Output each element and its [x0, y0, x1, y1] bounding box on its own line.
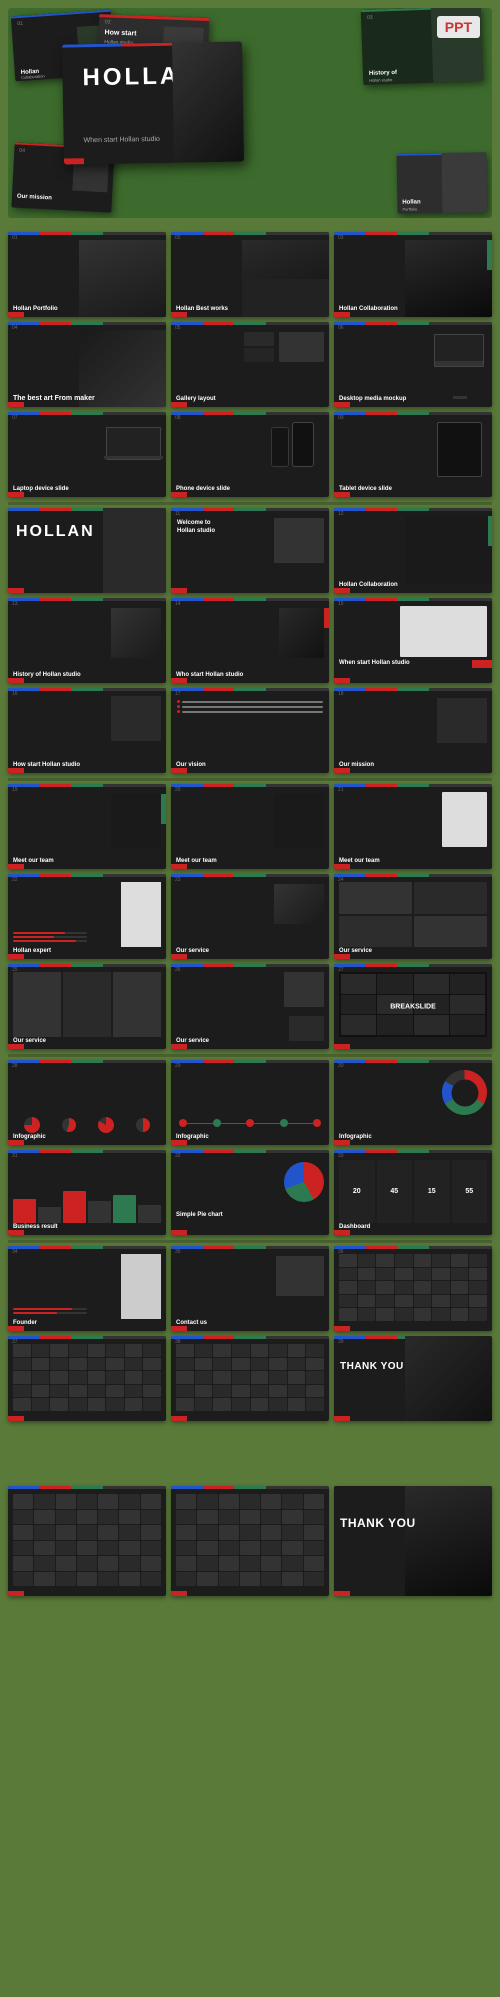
slide-row-10: 28 Infographic 29	[8, 1060, 492, 1145]
slide-how-start: 16 How start Hollan studio	[8, 688, 166, 773]
slide-phone: 08 Phone device slide	[171, 412, 329, 497]
slide-pie-chart: 32 Simple Pie chart	[171, 1150, 329, 1235]
slide-when-start: 15 When start Hollan studio	[334, 598, 492, 683]
slide-row-5: 13 History of Hollan studio 14 Who start…	[8, 598, 492, 683]
slide-row-9: 25 Our service 26 Our service 27	[8, 964, 492, 1049]
slide-row-11: 31 Business result 32 Simple Pie chart	[8, 1150, 492, 1235]
slide-thankyou-large: THANK YOU	[334, 1486, 492, 1596]
slide-icon-large-1	[8, 1486, 166, 1596]
slide-history: 13 History of Hollan studio	[8, 598, 166, 683]
slide-founder: 34 Founder	[8, 1246, 166, 1331]
slide-row-1: 01 Hollan Portfolio 02 Hollan Best works…	[8, 232, 492, 317]
slide-icons-3: 38	[171, 1336, 329, 1421]
slide-infographic-2: 29 Infographic	[171, 1060, 329, 1145]
page-wrapper: PPT 01 Hollan Collaboration 02 How start…	[0, 0, 500, 1664]
slide-desktop-mockup: 06 Desktop media mockup	[334, 322, 492, 407]
slide-hollan-title: HOLLAN	[8, 508, 166, 593]
slide-service-2: 24 Our service	[334, 874, 492, 959]
slide-row-13: 37 38 39	[8, 1336, 492, 1421]
slide-tablet: 09 Tablet device slide	[334, 412, 492, 497]
slide-infographic-1: 28 Infographic	[8, 1060, 166, 1145]
slide-business-result: 31 Business result	[8, 1150, 166, 1235]
slide-icons-1: 36	[334, 1246, 492, 1331]
slide-meet-team-3: 21 Meet our team	[334, 784, 492, 869]
slide-row-3: 07 Laptop device slide 08 Phone device s…	[8, 412, 492, 497]
slide-our-vision: 17 Our vision	[171, 688, 329, 773]
slide-dashboard: 33 20 45 15 55 Dashboard	[334, 1150, 492, 1235]
slide-row-12: 34 Founder 35 Contact us 36	[8, 1246, 492, 1331]
slide-meet-team-2: 20 Meet our team	[171, 784, 329, 869]
slide-best-art: 04 The best art From maker	[8, 322, 166, 407]
hero-slide-5: Hollan Portfolio	[396, 152, 487, 214]
slide-row-4: HOLLAN 11 Welcome toHollan studio 12 Hol…	[8, 508, 492, 593]
slide-infographic-3: 30 Infographic	[334, 1060, 492, 1145]
bottom-spacer: THANK YOU	[8, 1426, 492, 1656]
hollan-subtitle: When start Hollan studio	[84, 136, 160, 144]
hero-bg: 01 Hollan Collaboration 02 How start Hol…	[8, 8, 492, 218]
slide-icons-2: 37	[8, 1336, 166, 1421]
slide-laptop: 07 Laptop device slide	[8, 412, 166, 497]
hero-hollan-main: HOLLAN When start Hollan studio	[62, 41, 244, 164]
slide-meet-team-1: 19 Meet our team	[8, 784, 166, 869]
slide-gallery: 05 Gallery layout	[171, 322, 329, 407]
slide-thankyou: 39 THANK YOU	[334, 1336, 492, 1421]
slide-welcome: 11 Welcome toHollan studio	[171, 508, 329, 593]
thank-you-large-label: THANK YOU	[340, 1516, 416, 1530]
slide-hollan-portfolio: 01 Hollan Portfolio	[8, 232, 166, 317]
slide-hollan-collaboration: 03 Hollan Collaboration	[334, 232, 492, 317]
slide-our-mission: 18 Our mission	[334, 688, 492, 773]
slide-collaboration2: 12 Hollan Collaboration	[334, 508, 492, 593]
slide-row-7: 19 Meet our team 20 Meet our team 21 Mee…	[8, 784, 492, 869]
ppt-badge: PPT	[437, 16, 480, 38]
slide-service-1: 23 Our service	[171, 874, 329, 959]
slide-service-3: 25 Our service	[8, 964, 166, 1049]
slide-hollan-expert: 22 Hollan expert	[8, 874, 166, 959]
slide-hollan-bestworks: 02 Hollan Best works	[171, 232, 329, 317]
slide-icon-large-2	[171, 1486, 329, 1596]
slide-who-start: 14 Who start Hollan studio	[171, 598, 329, 683]
slide-row-2: 04 The best art From maker 05 Gallery la…	[8, 322, 492, 407]
slide-row-6: 16 How start Hollan studio 17 Our vision…	[8, 688, 492, 773]
slide-contact: 35 Contact us	[171, 1246, 329, 1331]
slide-service-4: 26 Our service	[171, 964, 329, 1049]
slide-breakslide: 27 BREAKSLIDE	[334, 964, 492, 1049]
thank-you-label: THANK YOU	[340, 1361, 404, 1373]
slide-row-8: 22 Hollan expert 23 Our service 24	[8, 874, 492, 959]
